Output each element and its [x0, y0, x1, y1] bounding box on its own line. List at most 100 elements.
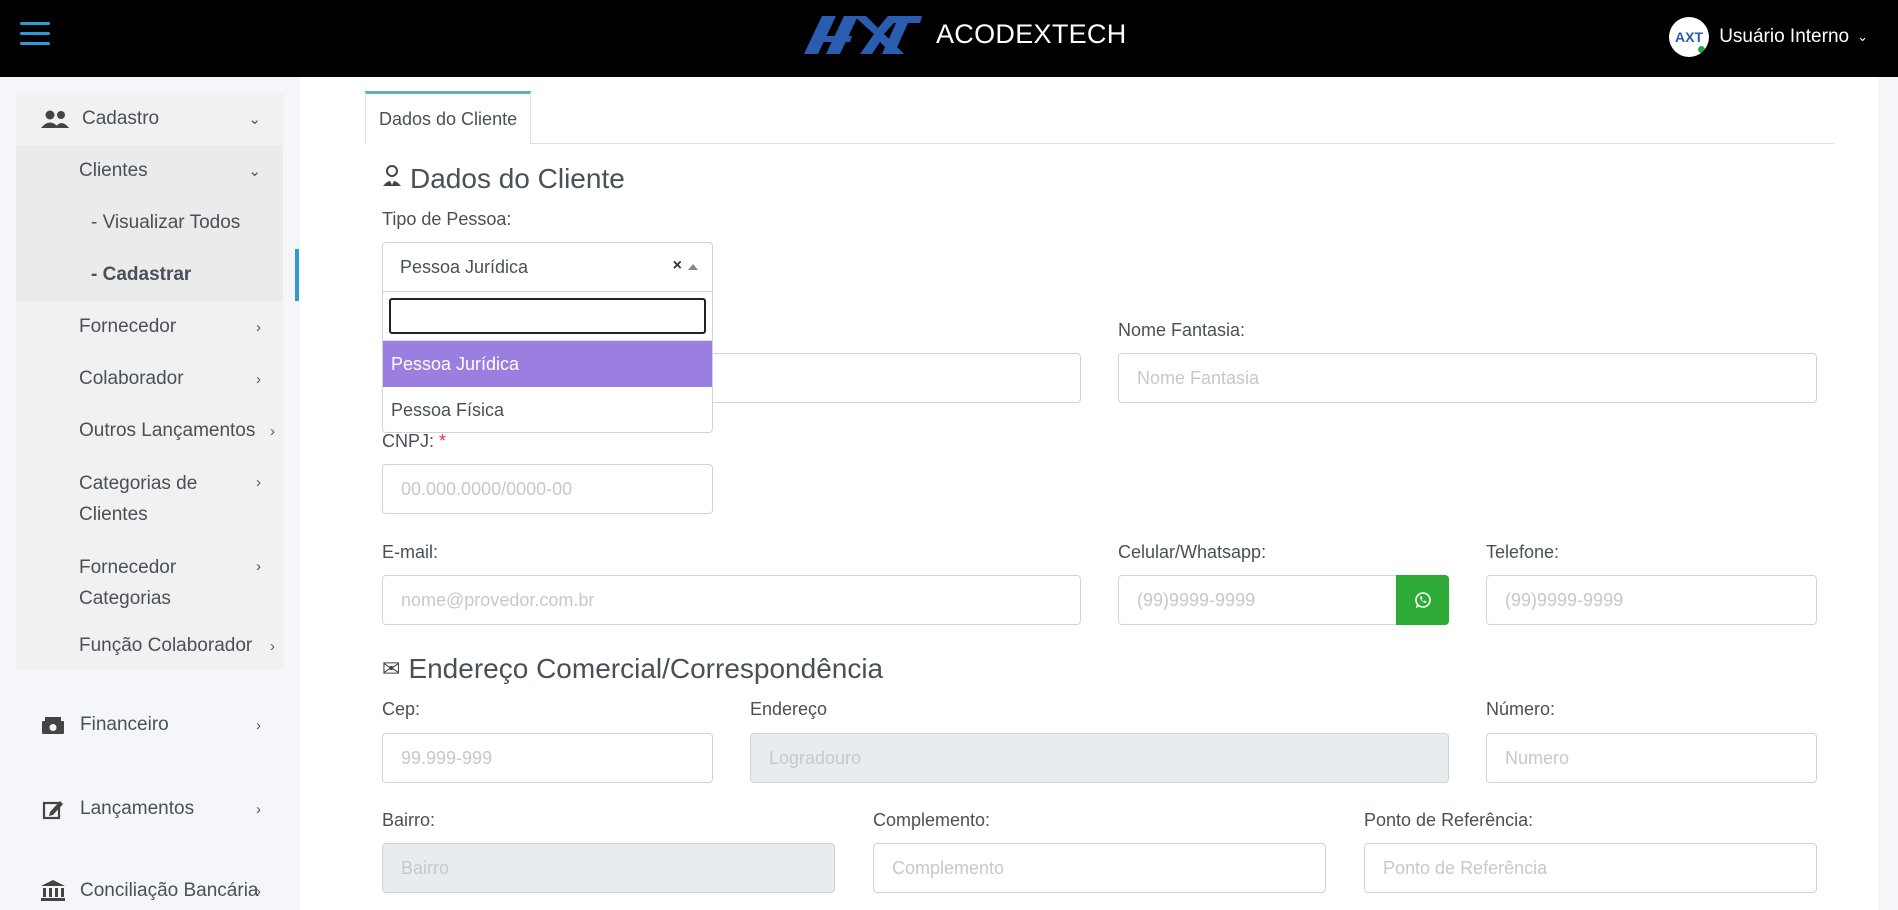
section-title-text: Endereço Comercial/Correspondência	[408, 653, 884, 684]
sidebar-item-funcao-colaborador[interactable]: Função Colaborador ›	[16, 622, 283, 670]
sidebar-item-label: Clientes	[79, 504, 148, 525]
sidebar-item-label: - Visualizar Todos	[91, 212, 241, 233]
user-tie-icon	[382, 165, 402, 193]
celular-label: Celular/Whatsapp:	[1118, 542, 1267, 562]
email-input[interactable]	[382, 575, 1081, 625]
sidebar-item-lancamentos[interactable]: Lançamentos ›	[16, 781, 283, 837]
endereco-input	[750, 733, 1449, 783]
brand-logo-icon	[804, 16, 922, 54]
top-navbar: ACODEXTECH AXT Usuário Interno ⌄	[0, 0, 1898, 77]
select-value: Pessoa Jurídica	[400, 256, 529, 277]
cep-input[interactable]	[382, 733, 713, 783]
chevron-down-icon: ⌄	[248, 111, 261, 128]
tipo-pessoa-dropdown: Pessoa Jurídica Pessoa Física	[382, 292, 713, 433]
chevron-right-icon: ›	[256, 716, 261, 734]
dropdown-search-input[interactable]	[389, 298, 706, 334]
sidebar-item-label: Colaborador	[79, 368, 184, 389]
hamburger-menu-icon[interactable]	[20, 22, 50, 48]
sidebar-item-cadastro[interactable]: Cadastro ⌄	[16, 93, 283, 145]
cnpj-label: CNPJ: *	[382, 431, 446, 452]
bairro-label: Bairro:	[382, 810, 436, 830]
sidebar-item-label: Cadastro	[82, 108, 160, 129]
endereco-label: Endereço	[750, 699, 828, 719]
dropdown-option-pessoa-juridica[interactable]: Pessoa Jurídica	[383, 341, 712, 387]
sidebar-item-label: Outros Lançamentos	[79, 420, 256, 441]
cnpj-label-text: CNPJ:	[382, 431, 435, 451]
numero-input[interactable]	[1486, 733, 1817, 783]
chevron-right-icon: ›	[256, 882, 261, 900]
sidebar-item-fornecedor[interactable]: Fornecedor ›	[16, 301, 283, 353]
chevron-right-icon: ›	[256, 800, 261, 818]
chevron-right-icon: ›	[270, 422, 275, 440]
tab-label: Dados do Cliente	[379, 108, 518, 129]
svg-text:AXT: AXT	[1675, 29, 1703, 45]
sidebar-item-label: Categorias de	[79, 473, 198, 494]
chevron-right-icon: ›	[256, 318, 261, 336]
bank-icon	[38, 880, 68, 902]
money-icon	[38, 715, 68, 735]
chevron-right-icon: ›	[270, 637, 275, 655]
whatsapp-button[interactable]	[1396, 575, 1449, 625]
tab-dados-cliente[interactable]: Dados do Cliente	[365, 91, 532, 145]
section-title-cliente: Dados do Cliente	[382, 163, 625, 195]
users-icon	[40, 109, 70, 129]
chevron-down-icon: ⌄	[1857, 29, 1868, 44]
referencia-input[interactable]	[1364, 843, 1817, 893]
tab-bar: Dados do Cliente	[365, 91, 1835, 145]
nome-fantasia-label: Nome Fantasia:	[1118, 320, 1246, 340]
chevron-down-icon: ⌄	[248, 163, 261, 180]
numero-label: Número:	[1486, 699, 1556, 719]
online-status-dot	[1696, 44, 1708, 55]
sidebar-item-label: Categorias	[79, 588, 171, 609]
referencia-label: Ponto de Referência:	[1364, 810, 1534, 830]
sidebar-item-categorias-clientes[interactable]: Categorias de Clientes ›	[16, 457, 283, 541]
dropdown-option-pessoa-fisica[interactable]: Pessoa Física	[383, 387, 712, 433]
avatar: AXT	[1669, 17, 1710, 57]
section-title-text: Dados do Cliente	[410, 163, 625, 194]
sidebar-item-label: Fornecedor	[79, 557, 177, 578]
main-content: Dados do Cliente Dados do Cliente Tipo d…	[300, 77, 1878, 910]
chevron-right-icon: ›	[256, 474, 261, 491]
brand[interactable]: ACODEXTECH	[804, 14, 1127, 54]
sidebar-item-conciliacao-bancaria[interactable]: Conciliação Bancária ›	[16, 863, 283, 910]
sidebar: Cadastro ⌄ Clientes ⌄ - Visualizar Todos…	[16, 77, 299, 910]
sidebar-item-colaborador[interactable]: Colaborador ›	[16, 353, 283, 405]
active-indicator	[295, 249, 299, 301]
edit-icon	[38, 798, 68, 820]
telefone-input[interactable]	[1486, 575, 1817, 625]
sidebar-item-cadastrar[interactable]: - Cadastrar	[16, 249, 299, 301]
user-menu[interactable]: AXT Usuário Interno ⌄	[1669, 17, 1868, 57]
complemento-input[interactable]	[873, 843, 1326, 893]
cnpj-input[interactable]	[382, 464, 713, 514]
tipo-pessoa-label: Tipo de Pessoa:	[382, 209, 512, 229]
sidebar-item-fornecedor-categorias[interactable]: Fornecedor Categorias ›	[16, 541, 283, 625]
clear-icon[interactable]: ×	[673, 257, 682, 275]
sidebar-item-label: Função Colaborador	[79, 635, 253, 656]
brand-name: ACODEXTECH	[936, 18, 1127, 49]
email-label: E-mail:	[382, 542, 439, 562]
sidebar-item-outros-lancamentos[interactable]: Outros Lançamentos ›	[16, 405, 283, 457]
sidebar-item-label: - Cadastrar	[91, 264, 192, 285]
bairro-input	[382, 843, 835, 893]
sidebar-item-clientes[interactable]: Clientes ⌄	[16, 145, 283, 197]
section-title-endereco: ✉ Endereço Comercial/Correspondência	[382, 653, 883, 685]
sidebar-item-label: Lançamentos	[80, 798, 195, 819]
telefone-label: Telefone:	[1486, 542, 1560, 562]
chevron-right-icon: ›	[256, 370, 261, 388]
celular-input[interactable]	[1118, 575, 1397, 625]
chevron-right-icon: ›	[256, 558, 261, 575]
caret-up-icon	[688, 264, 698, 270]
tipo-pessoa-select[interactable]: Pessoa Jurídica ×	[382, 242, 713, 292]
sidebar-item-label: Financeiro	[80, 714, 169, 735]
sidebar-item-label: Clientes	[79, 160, 148, 181]
sidebar-item-financeiro[interactable]: Financeiro ›	[16, 697, 283, 753]
whatsapp-icon	[1414, 592, 1431, 608]
cep-label: Cep:	[382, 699, 421, 719]
complemento-label: Complemento:	[873, 810, 991, 830]
nome-fantasia-input[interactable]	[1118, 353, 1817, 403]
envelope-icon: ✉	[382, 656, 401, 681]
sidebar-item-visualizar-todos[interactable]: - Visualizar Todos	[16, 197, 283, 249]
sidebar-item-label: Conciliação Bancária	[80, 880, 259, 901]
required-marker: *	[439, 431, 447, 451]
user-name: Usuário Interno	[1719, 26, 1850, 47]
